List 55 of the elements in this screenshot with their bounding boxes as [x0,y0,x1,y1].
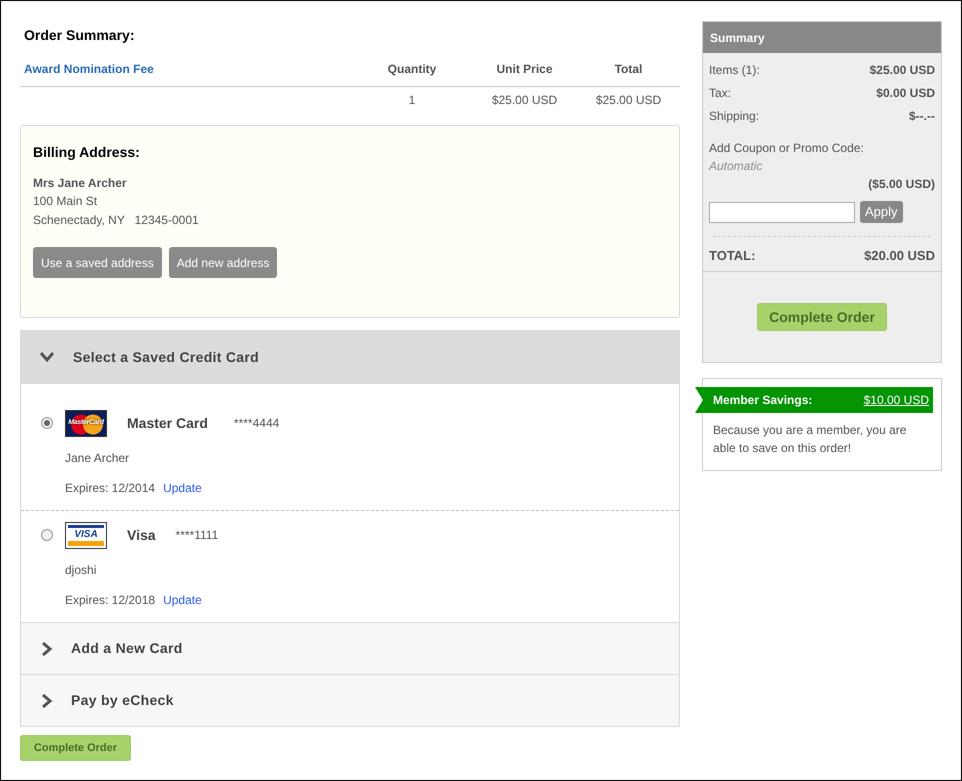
column-header: Quantity [386,61,438,78]
expiry-date: Expires: 12/2018 [65,592,156,609]
summary-value: $--.-- [909,108,935,125]
section-title: Pay by eCheck [71,691,174,710]
card-name: Visa [127,526,156,544]
section-title: Select a Saved Credit Card [73,348,259,366]
expiry-date: Expires: 12/2014 [65,480,156,497]
column-header: Unit Price [495,61,554,78]
card-name: Master Card [127,414,208,432]
discount-amount: ($5.00 USD) [868,176,935,193]
chevron-right-icon [41,692,53,708]
coupon-note: Automatic [709,158,764,175]
item-link[interactable]: Award Nomination Fee [20,60,352,78]
coupon-label: Add Coupon or Promo Code: [709,140,865,157]
accordion-header[interactable]: Select a Saved Credit Card [21,331,679,383]
address-button[interactable]: Add new address [168,247,278,278]
card-number: ****1111 [176,527,218,544]
panel-title: Summary [703,22,941,53]
address-line: Schenectady, NY 12345-0001 [33,212,200,229]
savings-amount[interactable]: $10.00 USD [864,391,929,409]
complete-order-button[interactable]: Complete Order [20,735,131,761]
summary-value: $0.00 USD [876,85,935,102]
card-holder: Jane Archer [65,450,130,467]
summary-label: Tax: [709,85,732,102]
table-cell-text: $25.00 USD [594,92,662,109]
radio-button[interactable] [41,529,53,541]
summary-value: $25.00 USD [870,62,935,79]
accordion-header[interactable]: Pay by eCheck [21,674,679,726]
update-link[interactable]: Update [163,479,202,497]
table-cell-text: 1 [408,92,416,109]
summary-label: Shipping: [709,108,760,125]
savings-label: Member Savings: [713,392,812,409]
chevron-down-icon [39,351,55,363]
card-number: ****4444 [234,415,280,432]
summary-label: Items (1): [709,62,760,79]
total-value: $20.00 USD [864,247,935,266]
section-title: Billing Address: [33,143,141,162]
address-button[interactable]: Use a saved address [33,247,162,278]
apply-button[interactable]: Apply [860,201,903,223]
coupon-field[interactable] [709,202,855,222]
update-link[interactable]: Update [163,591,202,609]
address-line: 100 Main St [33,193,98,210]
accordion-header[interactable]: Add a New Card [21,622,679,674]
table-cell-text: $25.00 USD [490,92,558,109]
chevron-right-icon [41,640,53,656]
complete-order-button[interactable]: Complete Order [757,303,887,331]
column-header: Total [614,61,644,78]
card-logo: VISA [65,522,107,548]
savings-text: Because you are a member, you are able to save on this order! [712,422,908,457]
section-title: Order Summary: [23,26,136,45]
card-holder: djoshi [65,562,98,579]
total-label: TOTAL: [709,247,756,266]
address-name: Mrs Jane Archer [33,175,128,192]
radio-button[interactable] [41,417,53,429]
section-title: Add a New Card [71,639,183,658]
